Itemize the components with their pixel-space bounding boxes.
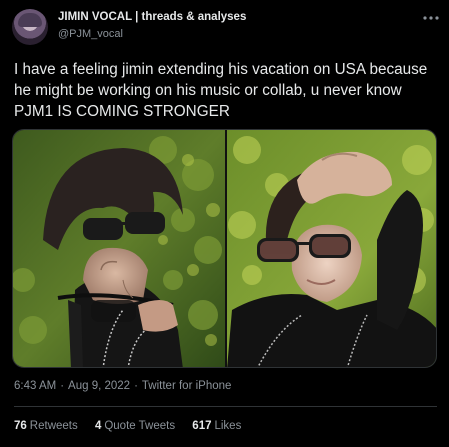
- photo-left-image: [13, 130, 225, 367]
- author-display-name[interactable]: JIMIN VOCAL | threads & analyses: [58, 11, 246, 23]
- tweet-time[interactable]: 6:43 AM: [14, 380, 56, 392]
- media-grid: [12, 129, 437, 368]
- photo-left[interactable]: [13, 130, 225, 367]
- quote-tweets-count: 4: [94, 420, 102, 432]
- tweet-date[interactable]: Aug 9, 2022: [68, 380, 130, 392]
- tweet-source[interactable]: Twitter for iPhone: [142, 380, 231, 392]
- retweets-label: Retweets: [29, 420, 78, 432]
- retweets-count: 76: [14, 420, 27, 432]
- quote-tweets-stat[interactable]: 4 Quote Tweets: [95, 420, 175, 432]
- ellipsis-icon-graphic: [423, 16, 439, 20]
- photo-right[interactable]: [227, 130, 436, 367]
- tweet-stats: 76 Retweets 4 Quote Tweets 617 Likes: [14, 420, 255, 432]
- avatar-hair: [18, 13, 42, 27]
- retweets-stat[interactable]: 76 Retweets: [14, 420, 78, 432]
- author-handle[interactable]: @PJM_vocal: [58, 28, 123, 40]
- photo-right-image: [227, 130, 436, 367]
- quote-tweets-label: Quote Tweets: [104, 420, 176, 432]
- likes-label: Likes: [214, 420, 242, 432]
- meta-separator: ·: [134, 380, 138, 392]
- divider: [14, 406, 437, 407]
- likes-count: 617: [192, 420, 212, 432]
- tweet-card: JIMIN VOCAL | threads & analyses @PJM_vo…: [0, 0, 449, 447]
- avatar[interactable]: [12, 9, 48, 45]
- meta-separator: ·: [60, 380, 65, 392]
- tweet-text: I have a feeling jimin extending his vac…: [14, 61, 428, 120]
- likes-stat[interactable]: 617 Likes: [192, 420, 241, 432]
- ellipsis-icon[interactable]: [422, 9, 440, 23]
- tweet-meta: 6:43 AM · Aug 9, 2022 · Twitter for iPhone: [14, 380, 235, 392]
